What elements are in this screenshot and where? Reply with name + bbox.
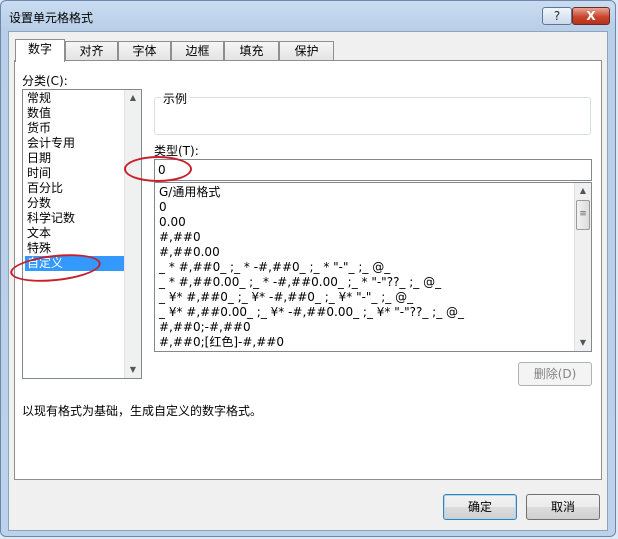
list-item[interactable]: 0 — [157, 200, 167, 215]
help-button[interactable]: ? — [542, 7, 572, 25]
type-input[interactable]: 0 — [154, 159, 592, 181]
list-item[interactable]: 科学记数 — [25, 211, 124, 226]
tab-number[interactable]: 数字 — [15, 39, 65, 62]
format-cells-dialog: 设置单元格格式 ? X 数字 对齐 字体 边框 填充 保护 分类(C): 常规 … — [0, 0, 616, 537]
description-text: 以现有格式为基础，生成自定义的数字格式。 — [22, 404, 263, 418]
scroll-down-arrow-icon[interactable]: ▼ — [125, 362, 141, 378]
list-item[interactable]: 文本 — [25, 226, 124, 241]
format-scrollbar[interactable]: ▲ ≡ ▼ — [574, 183, 591, 351]
list-item[interactable]: #,##0 — [157, 230, 201, 245]
title-bar[interactable]: 设置单元格格式 ? X — [1, 1, 615, 31]
list-item[interactable]: 0.00 — [157, 215, 186, 230]
list-item-selected[interactable]: 自定义 — [25, 256, 124, 271]
cancel-button[interactable]: 取消 — [526, 494, 600, 520]
tab-border[interactable]: 边框 — [171, 41, 224, 61]
format-code-list[interactable]: G/通用格式 0 0.00 #,##0 #,##0.00 _ * #,##0_ … — [154, 182, 592, 352]
dialog-client: 数字 对齐 字体 边框 填充 保护 分类(C): 常规 数值 货币 会计专用 日… — [8, 31, 608, 531]
category-label: 分类(C): — [22, 74, 68, 88]
list-item[interactable]: 特殊 — [25, 241, 124, 256]
tab-fill[interactable]: 填充 — [224, 41, 279, 61]
list-item[interactable]: 分数 — [25, 196, 124, 211]
dialog-title: 设置单元格格式 — [9, 11, 94, 25]
list-item[interactable]: 会计专用 — [25, 136, 124, 151]
list-item[interactable]: 日期 — [25, 151, 124, 166]
list-item[interactable]: 常规 — [25, 91, 124, 106]
tab-alignment[interactable]: 对齐 — [65, 41, 118, 61]
number-tab-panel: 分类(C): 常规 数值 货币 会计专用 日期 时间 百分比 分数 科学记数 文… — [14, 60, 602, 480]
list-item[interactable]: G/通用格式 — [157, 185, 220, 200]
scroll-up-arrow-icon[interactable]: ▲ — [125, 90, 141, 106]
list-item[interactable]: 时间 — [25, 166, 124, 181]
type-label: 类型(T): — [154, 144, 199, 158]
sample-label: 示例 — [161, 90, 190, 107]
list-item[interactable]: #,##0.00 — [157, 245, 220, 260]
list-item[interactable]: _ * #,##0.00_ ;_ * -#,##0.00_ ;_ * "-"??… — [157, 275, 441, 290]
scroll-thumb[interactable]: ≡ — [576, 200, 590, 230]
list-item[interactable]: _ * #,##0_ ;_ * -#,##0_ ;_ * "-"_ ;_ @_ — [157, 260, 390, 275]
tab-font[interactable]: 字体 — [118, 41, 171, 61]
close-button[interactable]: X — [572, 7, 610, 25]
scroll-up-arrow-icon[interactable]: ▲ — [575, 183, 591, 199]
list-item[interactable]: #,##0;-#,##0 — [157, 320, 251, 335]
scroll-down-arrow-icon[interactable]: ▼ — [575, 335, 591, 351]
tab-protection[interactable]: 保护 — [279, 41, 334, 61]
category-scrollbar[interactable]: ▲ ▼ — [124, 90, 141, 378]
list-item[interactable]: _ ¥* #,##0_ ;_ ¥* -#,##0_ ;_ ¥* "-"_ ;_ … — [157, 290, 413, 305]
list-item[interactable]: #,##0;[红色]-#,##0 — [157, 335, 284, 350]
sample-groupbox: 示例 — [154, 90, 591, 135]
list-item[interactable]: 数值 — [25, 106, 124, 121]
list-item[interactable]: 百分比 — [25, 181, 124, 196]
category-list[interactable]: 常规 数值 货币 会计专用 日期 时间 百分比 分数 科学记数 文本 特殊 自定… — [22, 89, 142, 379]
ok-button[interactable]: 确定 — [443, 494, 517, 520]
list-item[interactable]: 货币 — [25, 121, 124, 136]
delete-button[interactable]: 删除(D) — [518, 362, 592, 386]
list-item[interactable]: _ ¥* #,##0.00_ ;_ ¥* -#,##0.00_ ;_ ¥* "-… — [157, 305, 464, 320]
